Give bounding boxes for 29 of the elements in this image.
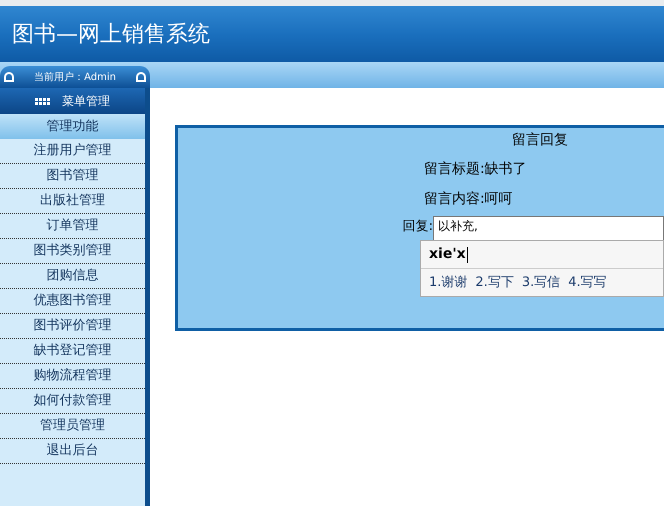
menu-title: 菜单管理 (62, 93, 110, 110)
lamp-icon (4, 72, 14, 82)
ime-candidate[interactable]: 3.写信 (522, 272, 560, 292)
message-field-text: 留言标题:缺书了 (424, 160, 528, 178)
message-field-text: 留言内容:呵呵 (424, 190, 514, 208)
text-cursor-icon (466, 246, 468, 262)
reply-label: 回复: (402, 218, 433, 236)
sidebar-menu-link[interactable]: 团购信息 (0, 264, 145, 289)
ime-candidate[interactable]: 1.谢谢 (429, 272, 468, 292)
sidebar-menu-link[interactable]: 图书评价管理 (0, 314, 145, 339)
sidebar-menu-link[interactable]: 优惠图书管理 (0, 289, 145, 314)
panel-title: 留言回复 (511, 131, 569, 150)
grid-icon (35, 98, 50, 104)
lamp-icon (136, 72, 146, 82)
ime-candidate[interactable]: 4.写写 (568, 272, 607, 292)
sidebar-menu-link[interactable]: 图书类别管理 (0, 239, 145, 264)
ime-candidate[interactable]: 2.写下 (475, 272, 514, 292)
section-header: 管理功能 (0, 114, 145, 139)
sidebar-menu-link[interactable]: 订单管理 (0, 214, 145, 239)
sidebar-menu-link[interactable]: 购物流程管理 (0, 364, 145, 389)
sidebar-menu-link[interactable]: 注册用户管理 (0, 139, 145, 164)
sidebar-menu-link[interactable]: 缺书登记管理 (0, 339, 145, 364)
sidebar-menu-link[interactable]: 出版社管理 (0, 189, 145, 214)
sidebar-menu-link[interactable]: 管理员管理 (0, 414, 145, 439)
site-title: 图书—网上销售系统 (12, 20, 210, 48)
sidebar-menu-link[interactable]: 图书管理 (0, 164, 145, 189)
current-user-label: 当前用户：Admin (34, 70, 116, 84)
sidebar-menu-link[interactable]: 如何付款管理 (0, 389, 145, 414)
sidebar-menu-link[interactable]: 退出后台 (0, 439, 145, 464)
